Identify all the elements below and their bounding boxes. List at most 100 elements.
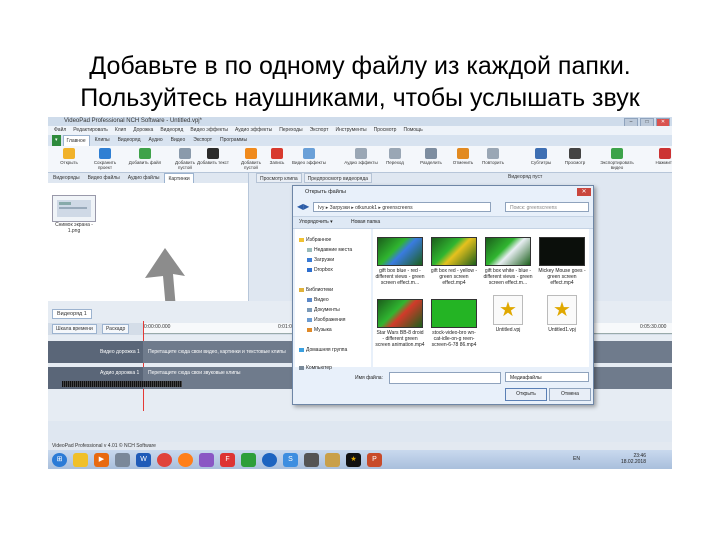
- file-item[interactable]: gift box blue - red - different views - …: [375, 237, 425, 286]
- new-folder-button[interactable]: Новая папка: [351, 217, 380, 228]
- ribbon-button[interactable]: Запись: [260, 148, 294, 171]
- tab-4[interactable]: Видео: [168, 135, 189, 146]
- file-item[interactable]: Mickey Mouse goes - green screen effect.…: [537, 237, 587, 286]
- tab-0[interactable]: Главное: [62, 135, 90, 146]
- ribbon-button[interactable]: Добавить текст: [196, 148, 230, 171]
- app-icon[interactable]: [241, 452, 256, 467]
- app-icon[interactable]: [199, 452, 214, 467]
- file-menu-tab[interactable]: ▾: [52, 135, 61, 146]
- tab-1[interactable]: Клипы: [92, 135, 113, 146]
- ribbon-button[interactable]: Субтитры: [524, 148, 558, 171]
- ribbon-label: Запись: [269, 160, 285, 165]
- thumbnail[interactable]: [52, 195, 96, 222]
- nav-item[interactable]: Компьютер: [299, 365, 332, 371]
- file-item[interactable]: stock-video-bro wn-cat-idle-on-g reen-sc…: [429, 299, 479, 348]
- browser-icon[interactable]: [262, 452, 277, 467]
- media-tab-2[interactable]: Аудио файлы: [125, 173, 163, 183]
- menu-item[interactable]: Видео эффекты: [190, 126, 228, 135]
- timeline-button[interactable]: Шкала времени: [52, 324, 97, 334]
- app-icon[interactable]: [115, 452, 130, 467]
- menu-item[interactable]: Редактировать: [73, 126, 108, 135]
- filezilla-icon[interactable]: F: [220, 452, 235, 467]
- nav-label: Компьютер: [306, 365, 332, 371]
- clock[interactable]: 23:46 18.02.2018: [621, 453, 646, 465]
- back-forward-icon[interactable]: ◀▶: [297, 202, 309, 212]
- storyboard-button[interactable]: Раскадр: [102, 324, 130, 334]
- filename-input[interactable]: [389, 372, 501, 384]
- open-file-dialog: Открыть файлы ✕ ◀▶ Ivy ▸ Загрузки ▸ otku…: [292, 185, 594, 405]
- ribbon-button[interactable]: Экспортировать видео: [600, 148, 634, 171]
- preview-tab-0[interactable]: Просмотр клипа: [256, 173, 302, 183]
- media-tab-3[interactable]: Картинки: [164, 173, 194, 183]
- app-icon[interactable]: [304, 452, 319, 467]
- nav-item[interactable]: Изображения: [307, 317, 345, 323]
- file-item[interactable]: ★ Untitled1.vpj: [537, 295, 587, 333]
- nav-item[interactable]: Документы: [307, 307, 340, 313]
- open-button[interactable]: Открыть: [505, 388, 547, 401]
- ribbon-button[interactable]: Открыть: [52, 148, 86, 171]
- ribbon-button[interactable]: Переход: [378, 148, 412, 171]
- media-tab-0[interactable]: Видеоряды: [50, 173, 83, 183]
- cancel-button[interactable]: Отмена: [549, 388, 591, 401]
- menu-item[interactable]: Видеоряд: [160, 126, 183, 135]
- menu-item[interactable]: Переходы: [279, 126, 302, 135]
- file-item[interactable]: ★ Untitled.vpj: [483, 295, 533, 333]
- tab-3[interactable]: Аудио: [146, 135, 166, 146]
- firefox-icon[interactable]: [178, 452, 193, 467]
- ribbon-button[interactable]: Нажмите: [648, 148, 672, 171]
- videopad-icon[interactable]: ★: [346, 452, 361, 467]
- tab-2[interactable]: Видеоряд: [115, 135, 144, 146]
- file-type-select[interactable]: Медиафайлы: [505, 372, 589, 382]
- ribbon-button[interactable]: Сохранить проект: [88, 148, 122, 171]
- timeline-tab[interactable]: Видеоряд 1: [52, 309, 92, 319]
- close-icon[interactable]: ✕: [577, 188, 591, 196]
- menu-item[interactable]: Клип: [115, 126, 126, 135]
- skype-icon[interactable]: S: [283, 452, 298, 467]
- ribbon-button[interactable]: Добавить файл: [128, 148, 162, 171]
- ribbon-button[interactable]: Просмотр: [558, 148, 592, 171]
- ribbon-button[interactable]: Повторить: [476, 148, 510, 171]
- ribbon-button[interactable]: Отменить: [446, 148, 480, 171]
- menu-item[interactable]: Дорожка: [133, 126, 153, 135]
- folder-icon[interactable]: [73, 452, 88, 467]
- preview-tab-1[interactable]: Предпросмотр видеоряда: [303, 173, 373, 183]
- file-item[interactable]: Star Wars BB-8 droid - different green s…: [375, 299, 425, 348]
- organize-button[interactable]: Упорядочить ▾: [299, 217, 333, 228]
- search-input[interactable]: Поиск: greenscreens: [505, 202, 589, 212]
- app-icon[interactable]: [325, 452, 340, 467]
- tab-6[interactable]: Программы: [217, 135, 250, 146]
- file-name: gift box blue - red - different views - …: [375, 268, 425, 286]
- file-item[interactable]: gift box red - yellow - green screen eff…: [429, 237, 479, 286]
- nav-item[interactable]: Загрузки: [307, 257, 334, 263]
- language-indicator[interactable]: EN: [573, 456, 580, 462]
- word-icon[interactable]: W: [136, 452, 151, 467]
- ribbon-button[interactable]: Аудио эффекты: [344, 148, 378, 171]
- nav-item[interactable]: Недавние места: [307, 247, 352, 253]
- menu-item[interactable]: Экспорт: [310, 126, 329, 135]
- file-item[interactable]: gift box white - blue - different views …: [483, 237, 533, 286]
- chrome-icon[interactable]: [157, 452, 172, 467]
- ribbon-button[interactable]: Видео эффекты: [292, 148, 326, 171]
- ribbon-button[interactable]: Разделить: [414, 148, 448, 171]
- nav-item[interactable]: Домашняя группа: [299, 347, 347, 353]
- menu-item[interactable]: Помощь: [403, 126, 422, 135]
- menu-item[interactable]: Просмотр: [374, 126, 397, 135]
- menu-item[interactable]: Аудио эффекты: [235, 126, 272, 135]
- playhead[interactable]: [143, 321, 144, 411]
- nav-item[interactable]: Избранное: [299, 237, 331, 243]
- media-player-icon[interactable]: ▶: [94, 452, 109, 467]
- start-icon[interactable]: ⊞: [52, 452, 67, 467]
- media-tab-1[interactable]: Видео файлы: [85, 173, 123, 183]
- nav-item[interactable]: Видео: [307, 297, 329, 303]
- tab-5[interactable]: Экспорт: [190, 135, 215, 146]
- folder-icon: [299, 347, 304, 352]
- menu-item[interactable]: Инструменты: [335, 126, 366, 135]
- menu-item[interactable]: Файл: [54, 126, 66, 135]
- nav-item[interactable]: Dropbox: [307, 267, 333, 273]
- ribbon-label: Аудио эффекты: [344, 160, 378, 165]
- address-bar[interactable]: Ivy ▸ Загрузки ▸ otkuruok1 ▸ greenscreen…: [313, 202, 491, 212]
- video-thumbnail: [485, 237, 531, 266]
- nav-item[interactable]: Музыка: [307, 327, 332, 333]
- nav-item[interactable]: Библиотеки: [299, 287, 333, 293]
- powerpoint-icon[interactable]: P: [367, 452, 382, 467]
